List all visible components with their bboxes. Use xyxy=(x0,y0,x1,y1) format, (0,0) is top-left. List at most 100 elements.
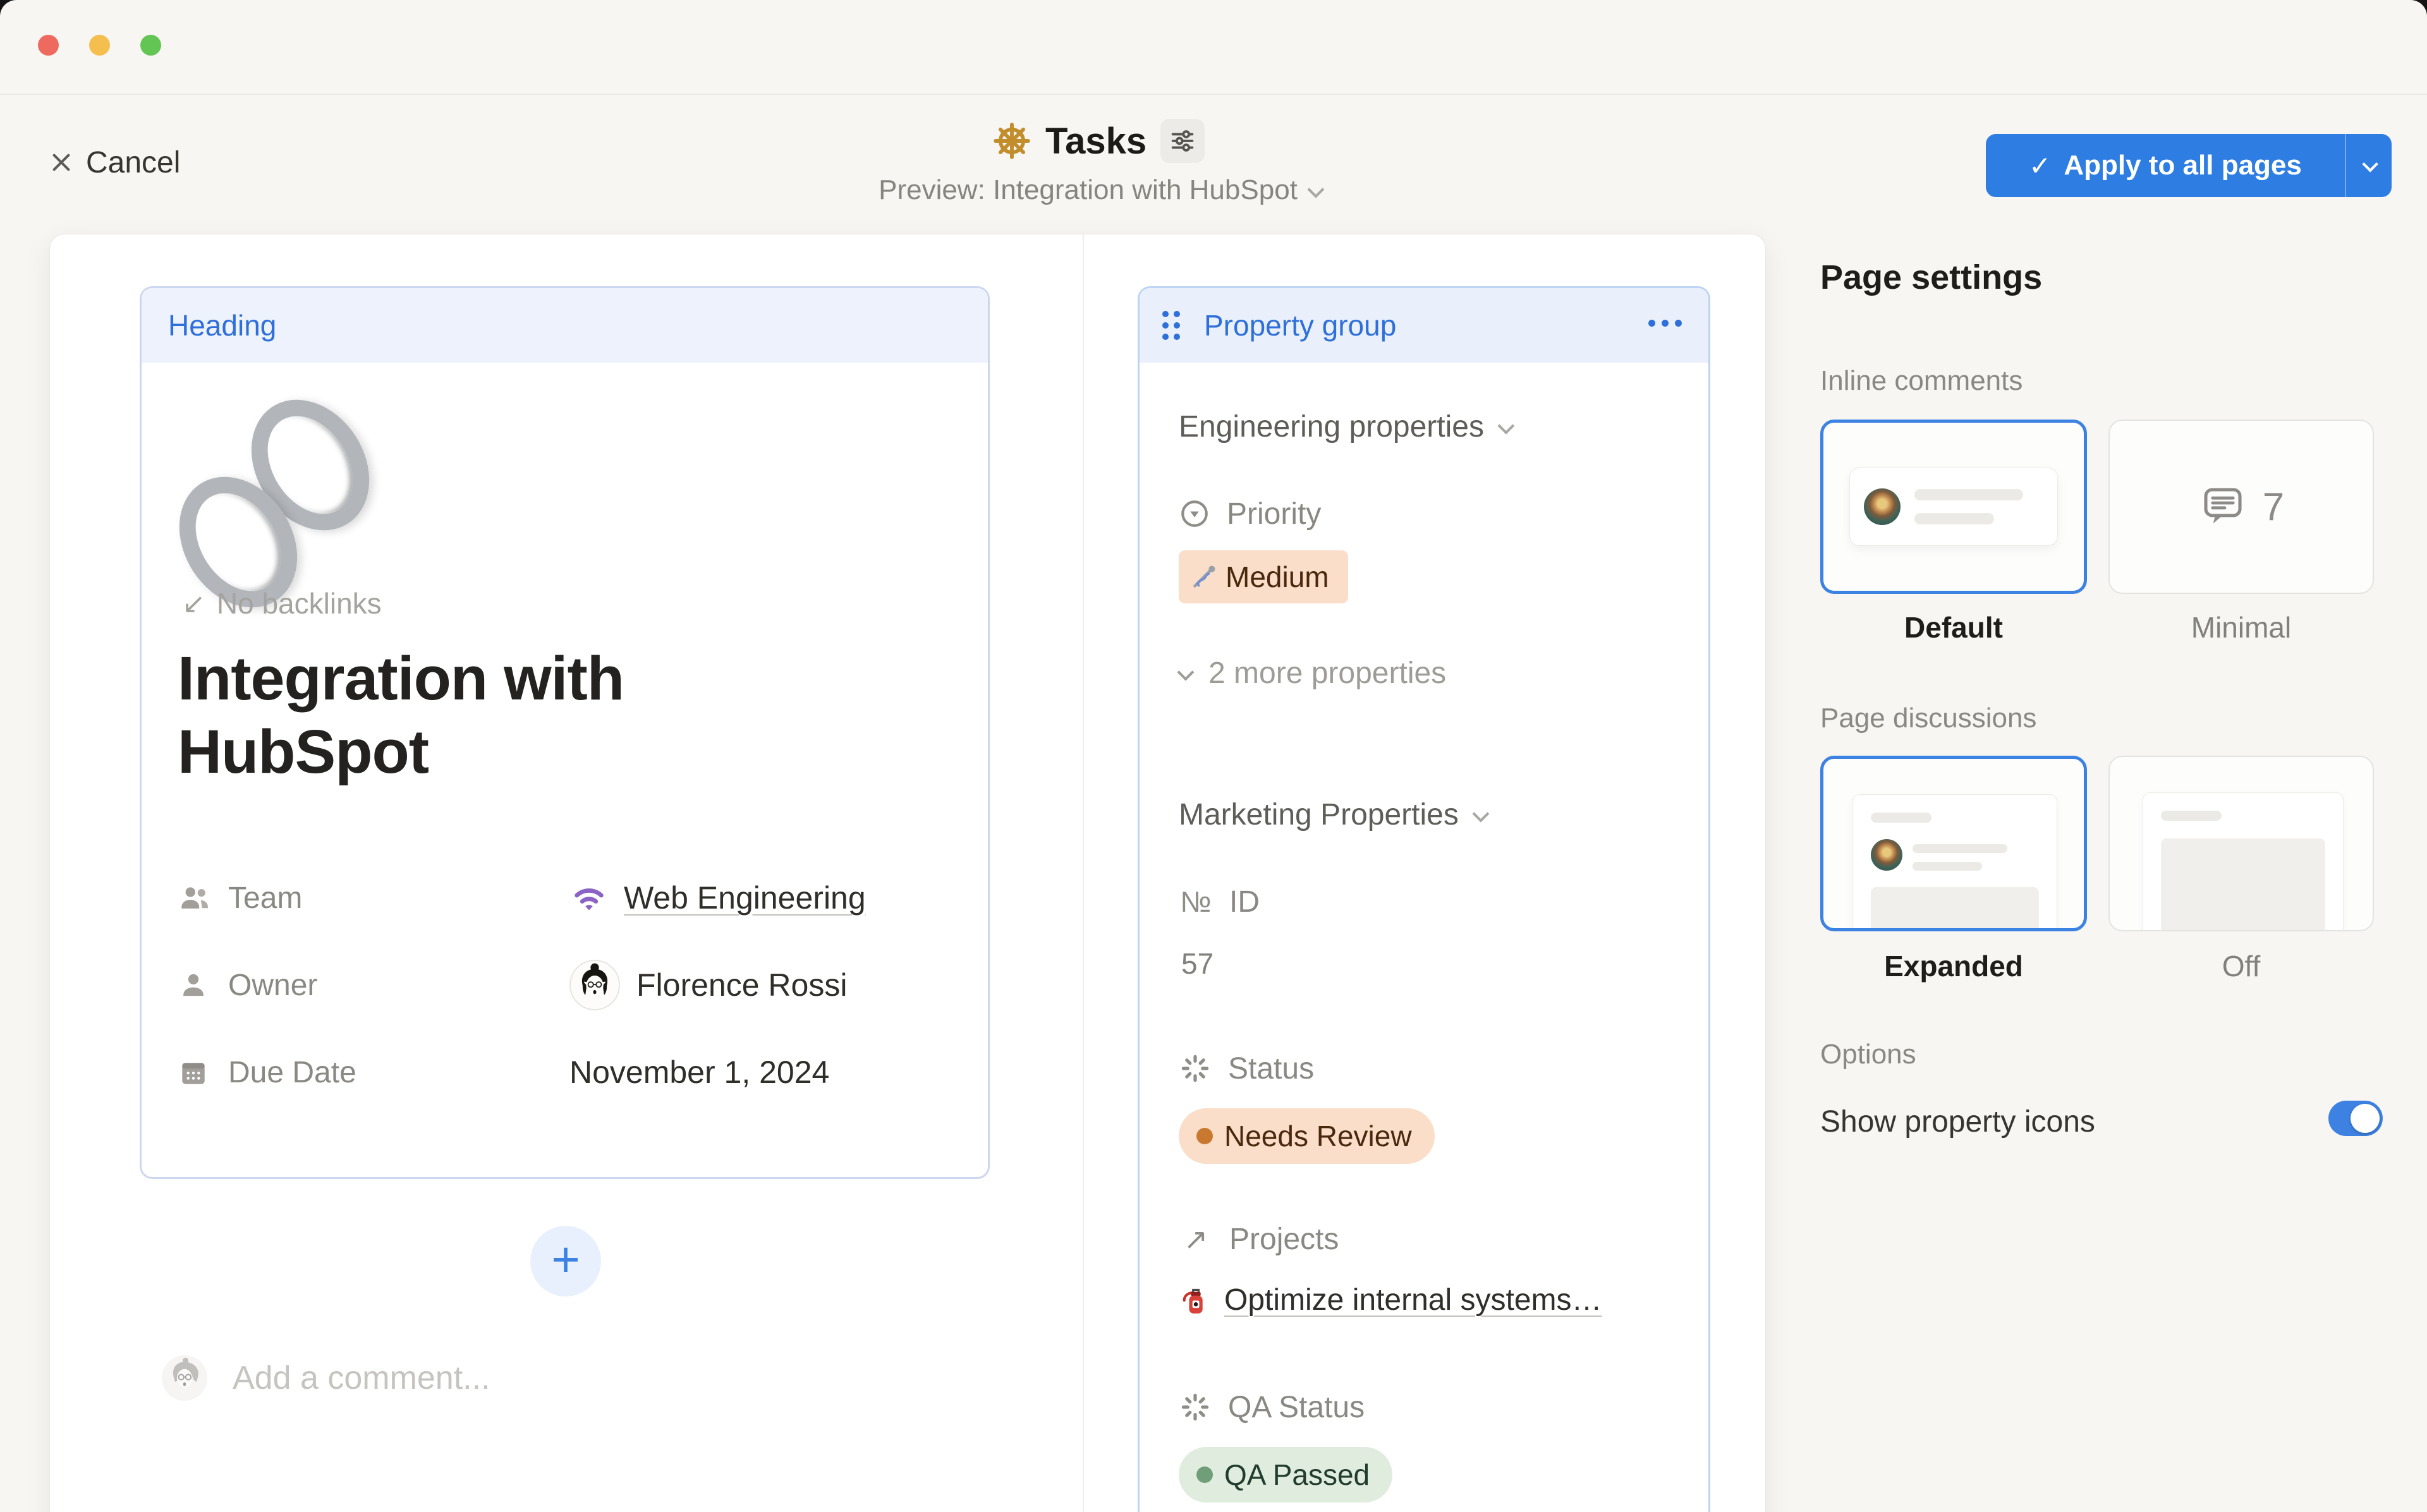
helm-wheel-icon xyxy=(992,121,1031,160)
comment-preview-card xyxy=(1849,468,2058,546)
more-properties-label: 2 more properties xyxy=(1208,656,1446,691)
page-discussions-option-off[interactable] xyxy=(2108,756,2374,931)
show-property-icons-label: Show property icons xyxy=(1820,1104,2095,1139)
comment-input-placeholder[interactable]: Add a comment... xyxy=(233,1359,490,1397)
property-row-due-date: Due Date November 1, 2024 xyxy=(178,1044,955,1101)
row-qa-status: QA Status xyxy=(1179,1385,1365,1429)
comment-bubble-icon xyxy=(2198,484,2248,529)
apply-dropdown-segment[interactable] xyxy=(2346,134,2392,197)
project-link-label: Optimize internal systems… xyxy=(1224,1283,1602,1317)
property-group-header[interactable]: Property group xyxy=(1140,288,1708,363)
projects-value-link[interactable]: Optimize internal systems… xyxy=(1179,1283,1602,1317)
skeleton-line xyxy=(1913,862,1982,871)
property-label: Priority xyxy=(1227,497,1321,531)
toggle-knob xyxy=(2351,1104,2380,1133)
row-projects: ↗ Projects xyxy=(1179,1217,1339,1261)
skeleton-line xyxy=(1871,813,1931,823)
backlinks-text: No backlinks xyxy=(217,586,382,620)
property-label: Owner xyxy=(228,968,569,1003)
status-value-tag[interactable]: Needs Review xyxy=(1179,1108,1435,1164)
calendar-icon xyxy=(178,1056,209,1088)
minimize-window-button[interactable] xyxy=(89,35,110,56)
skeleton-line xyxy=(1914,513,1994,524)
status-dot xyxy=(1196,1128,1213,1144)
page-discussions-option-expanded[interactable] xyxy=(1820,756,2087,931)
chevron-down-icon xyxy=(1472,806,1489,823)
add-block-button[interactable]: + xyxy=(530,1226,601,1297)
check-icon: ✓ xyxy=(2029,150,2051,181)
page-title[interactable]: Integration with HubSpot xyxy=(178,642,885,789)
priority-value-tag[interactable]: Medium xyxy=(1179,550,1348,603)
page-discussions-label: Page discussions xyxy=(1820,703,2036,734)
property-group-label: Property group xyxy=(1204,308,1396,342)
property-group-block[interactable]: Property group Engineering properties Pr… xyxy=(1138,286,1710,1512)
arrow-northeast-icon: ↗ xyxy=(1179,1222,1213,1256)
zoom-window-button[interactable] xyxy=(140,35,161,56)
apply-main-segment[interactable]: ✓ Apply to all pages xyxy=(1986,134,2345,197)
traffic-lights xyxy=(38,35,161,56)
page-mockup xyxy=(1852,794,2057,931)
inline-comments-option-default[interactable] xyxy=(1820,420,2087,594)
property-label: Team xyxy=(228,881,569,916)
option-label-expanded: Expanded xyxy=(1820,949,2087,983)
row-priority: Priority xyxy=(1179,492,1321,536)
page-settings-title: Page settings xyxy=(1820,258,2042,297)
teamspace-wifi-icon xyxy=(569,878,609,917)
preview-label: Preview: Integration with HubSpot xyxy=(879,174,1298,206)
more-options-button[interactable] xyxy=(1648,320,1682,327)
priority-select-icon xyxy=(1179,498,1210,529)
chevron-down-icon xyxy=(2362,156,2378,172)
add-comment-row[interactable]: Add a comment... xyxy=(162,1355,490,1401)
section-label: Marketing Properties xyxy=(1179,797,1459,832)
arrow-southwest-icon: ↙ xyxy=(182,588,205,620)
property-row-owner: Owner Florence Rossi xyxy=(178,957,955,1013)
due-date-value[interactable]: November 1, 2024 xyxy=(569,1054,829,1091)
backlinks-indicator[interactable]: ↙ No backlinks xyxy=(182,586,382,620)
apply-to-all-pages-button[interactable]: ✓ Apply to all pages xyxy=(1986,134,2392,197)
cancel-button[interactable]: Cancel xyxy=(51,140,180,184)
view-settings-button[interactable] xyxy=(1160,119,1205,163)
owner-value[interactable]: Florence Rossi xyxy=(636,967,847,1003)
numero-icon: № xyxy=(1179,885,1213,919)
sliders-icon xyxy=(1168,126,1197,155)
show-property-icons-toggle[interactable] xyxy=(2328,1101,2383,1136)
tag-label: Needs Review xyxy=(1224,1119,1412,1153)
inline-comments-option-minimal[interactable]: 7 xyxy=(2108,420,2374,594)
skeleton-line xyxy=(2161,811,2222,821)
heading-block-header[interactable]: Heading xyxy=(142,288,988,363)
qa-status-dot xyxy=(1196,1467,1213,1483)
id-value[interactable]: 57 xyxy=(1181,947,1214,981)
team-value-link[interactable]: Web Engineering xyxy=(624,880,866,916)
preview-page-selector[interactable]: Preview: Integration with HubSpot xyxy=(784,174,1416,206)
app-window: Cancel Tasks Preview: Integration with H… xyxy=(0,0,2427,1512)
section-engineering-properties[interactable]: Engineering properties xyxy=(1179,409,1511,444)
section-marketing-properties[interactable]: Marketing Properties xyxy=(1179,797,1486,832)
skeleton-block xyxy=(2161,838,2325,931)
person-icon xyxy=(178,969,209,1001)
option-label-minimal: Minimal xyxy=(2108,610,2374,644)
inline-comments-label: Inline comments xyxy=(1820,365,2023,397)
drag-handle-icon[interactable] xyxy=(1162,311,1180,340)
apply-label: Apply to all pages xyxy=(2064,150,2302,181)
page-icon-chain[interactable] xyxy=(182,396,384,604)
property-label: QA Status xyxy=(1228,1390,1365,1425)
heading-block[interactable]: Heading ↙ No backlinks Integration with … xyxy=(140,286,990,1179)
commenter-avatar xyxy=(162,1355,207,1401)
chevron-down-icon xyxy=(1307,181,1324,198)
fire-extinguisher-icon xyxy=(1179,1284,1212,1317)
more-properties-toggle[interactable]: 2 more properties xyxy=(1179,656,1446,691)
row-status: Status xyxy=(1179,1046,1314,1091)
skeleton-line xyxy=(1913,844,2007,853)
property-label: ID xyxy=(1229,885,1260,919)
plus-icon: + xyxy=(551,1235,580,1284)
status-spinner-icon xyxy=(1179,1391,1212,1424)
close-window-button[interactable] xyxy=(38,35,59,56)
status-spinner-icon xyxy=(1179,1052,1212,1085)
skeleton-line xyxy=(1914,489,2023,500)
page-mockup xyxy=(2143,792,2344,931)
heading-block-label: Heading xyxy=(168,308,276,342)
qa-value-tag[interactable]: QA Passed xyxy=(1179,1447,1392,1503)
avatar xyxy=(1864,488,1901,525)
option-label-default: Default xyxy=(1820,610,2087,644)
avatar xyxy=(1871,839,1902,871)
